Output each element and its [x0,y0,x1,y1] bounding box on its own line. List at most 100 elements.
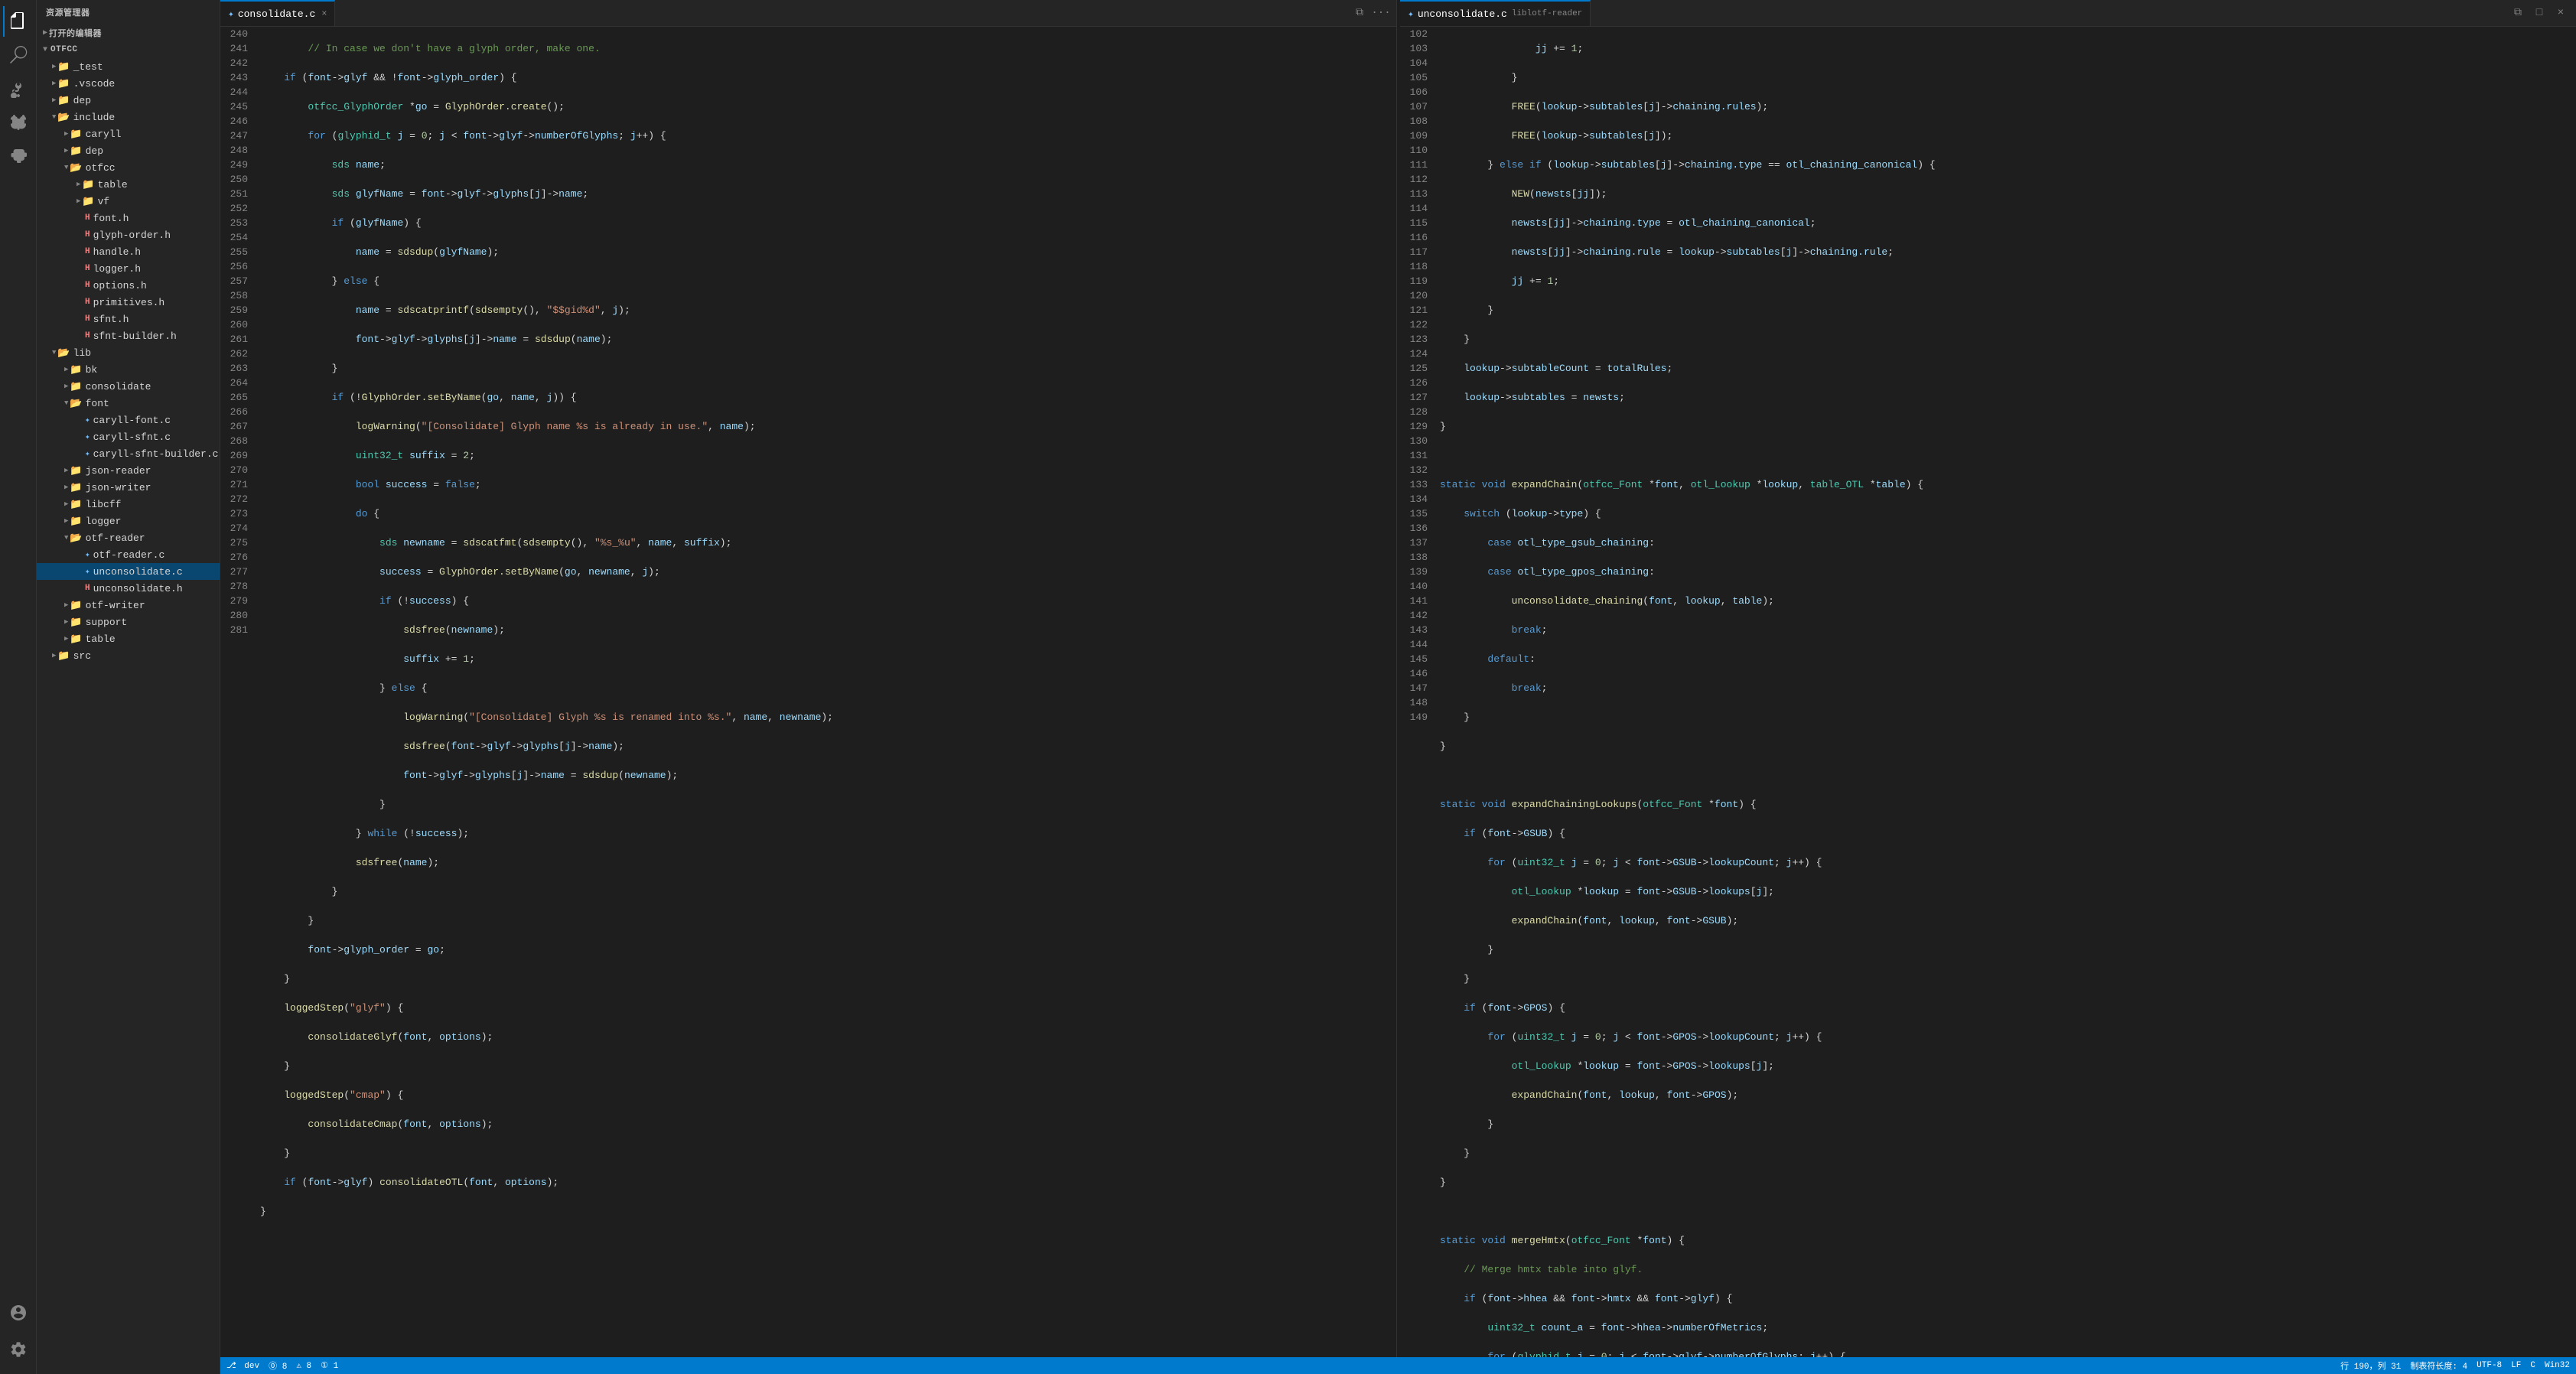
activity-bar-account[interactable] [3,1297,34,1328]
sidebar-item-caryll-sfnt-builder-c[interactable]: ✦ caryll-sfnt-builder.c [37,445,220,462]
sidebar-item-options-h[interactable]: H options.h [37,277,220,294]
activity-bar-settings[interactable] [3,1334,34,1365]
status-language[interactable]: C [2530,1361,2535,1370]
caryll-sfnt-c-label: caryll-sfnt.c [93,431,171,443]
rcode-line-144: // Merge hmtx table into glyf. [1440,1262,2576,1277]
activity-bar-extensions[interactable] [3,141,34,171]
rcode-line-138: expandChain(font, lookup, font->GPOS); [1440,1088,2576,1102]
status-position[interactable]: 行 190，列 31 [2340,1359,2401,1372]
test-label: _test [73,61,103,73]
consolidate-label: consolidate [86,381,151,392]
sidebar-item-font-folder[interactable]: ▼ 📂 font [37,395,220,412]
sidebar-item-sfnt-h[interactable]: H sfnt.h [37,311,220,327]
sidebar-item-support[interactable]: ▶ 📁 support [37,614,220,630]
left-code-editor[interactable]: 240 241 242 243 244 245 246 247 248 249 … [220,27,1396,1357]
sidebar-item-caryll-sfnt-c[interactable]: ✦ caryll-sfnt.c [37,428,220,445]
code-line-258: success = GlyphOrder.setByName(go, newna… [260,565,1396,579]
include-arrow: ▼ [52,113,56,121]
rln-138: 138 [1409,550,1428,565]
sidebar-item-dep-include[interactable]: ▶ 📁 dep [37,142,220,159]
rcode-line-141: } [1440,1175,2576,1190]
status-spaces[interactable]: 制表符长度: 4 [2410,1359,2467,1372]
rln-115: 115 [1409,216,1428,230]
sidebar-item-test[interactable]: ▶ 📁 _test [37,58,220,75]
ln-259: 259 [230,303,248,317]
bk-arrow: ▶ [64,366,68,373]
sidebar-item-caryll-font-c[interactable]: ✦ caryll-font.c [37,412,220,428]
sidebar-item-unconsolidate-h[interactable]: H unconsolidate.h [37,580,220,597]
sidebar-item-vf[interactable]: ▶ 📁 vf [37,193,220,210]
sidebar-item-otf-reader-c[interactable]: ✦ otf-reader.c [37,546,220,563]
right-tab-unconsolidate-c[interactable]: ✦ unconsolidate.c liblotf-reader [1400,0,1591,26]
sidebar-open-editors-section[interactable]: ▶ 打开的编辑器 [37,24,220,41]
handle-h-icon: H [85,247,90,256]
sidebar-item-vscode[interactable]: ▶ 📁 .vscode [37,75,220,92]
sidebar-item-logger-h[interactable]: H logger.h [37,260,220,277]
sidebar-item-handle-h[interactable]: H handle.h [37,243,220,260]
status-errors[interactable]: ⓪ 8 [269,1359,287,1372]
sidebar-item-primitives-h[interactable]: H primitives.h [37,294,220,311]
sidebar-item-table-lib[interactable]: ▶ 📁 table [37,630,220,647]
status-line-ending[interactable]: LF [2511,1361,2521,1370]
code-line-257: sds newname = sdscatfmt(sdsempty(), "%s_… [260,536,1396,550]
left-split-button[interactable]: ⧉ [1350,4,1369,22]
ln-243: 243 [230,70,248,85]
sidebar-item-json-writer[interactable]: ▶ 📁 json-writer [37,479,220,496]
right-code-editor[interactable]: 102 103 104 105 106 107 108 109 110 111 … [1400,27,2576,1357]
sidebar-item-src[interactable]: ▶ 📁 src [37,647,220,664]
code-line-280: } [260,1204,1396,1219]
sidebar-item-libcff[interactable]: ▶ 📁 libcff [37,496,220,513]
sidebar-item-caryll[interactable]: ▶ 📁 caryll [37,125,220,142]
status-os[interactable]: Win32 [2545,1361,2570,1370]
sidebar-item-logger-lib[interactable]: ▶ 📁 logger [37,513,220,529]
status-branch[interactable]: ⎇ dev [226,1360,259,1371]
activity-bar [0,0,37,1374]
status-bar: ⎇ dev ⓪ 8 ⚠ 8 ① 1 行 190，列 31 制表符长度: 4 UT… [220,1357,2576,1374]
sidebar-item-table[interactable]: ▶ 📁 table [37,176,220,193]
rln-129: 129 [1409,419,1428,434]
rcode-line-121: unconsolidate_chaining(font, lookup, tab… [1440,594,2576,608]
ln-274: 274 [230,521,248,536]
sidebar-item-sfnt-builder-h[interactable]: H sfnt-builder.h [37,327,220,344]
sidebar-item-include[interactable]: ▼ 📂 include [37,109,220,125]
sidebar-item-consolidate[interactable]: ▶ 📁 consolidate [37,378,220,395]
sidebar-item-otfcc-folder[interactable]: ▼ 📂 otfcc [37,159,220,176]
dep-include-arrow: ▶ [64,147,68,155]
sidebar-item-glyph-order-h[interactable]: H glyph-order.h [37,226,220,243]
sidebar-item-bk[interactable]: ▶ 📁 bk [37,361,220,378]
rln-122: 122 [1409,317,1428,332]
ln-265: 265 [230,390,248,405]
right-restore-button[interactable]: ⧉ [2509,4,2527,22]
activity-bar-explorer[interactable] [3,6,34,37]
right-editor-tabs: ✦ unconsolidate.c liblotf-reader ⧉ □ × [1400,0,2576,27]
left-line-numbers: 240 241 242 243 244 245 246 247 248 249 … [220,27,254,1357]
glyph-order-h-icon: H [85,230,90,239]
right-toggle-button[interactable]: □ [2530,4,2548,22]
right-close-button[interactable]: × [2552,4,2570,22]
left-tab-close[interactable]: × [321,8,327,19]
activity-bar-debug[interactable] [3,107,34,138]
open-editors-arrow: ▶ [43,28,47,37]
logger-lib-folder-icon: 📁 [70,516,82,527]
rcode-line-116 [1440,448,2576,463]
left-tab-consolidate-c[interactable]: ✦ consolidate.c × [220,0,335,26]
status-warnings[interactable]: ⚠ 8 [296,1360,311,1371]
activity-bar-search[interactable] [3,40,34,70]
logger-lib-label: logger [86,516,122,527]
sidebar-item-unconsolidate-c[interactable]: ✦ unconsolidate.c [37,563,220,580]
status-info[interactable]: ① 1 [321,1360,338,1371]
vf-label: vf [98,196,110,207]
sidebar-item-lib[interactable]: ▼ 📂 lib [37,344,220,361]
sfnt-h-label: sfnt.h [93,314,129,325]
left-more-button[interactable]: ··· [1372,4,1390,22]
sidebar-item-otf-reader[interactable]: ▼ 📂 otf-reader [37,529,220,546]
rcode-line-123: default: [1440,652,2576,666]
sidebar-item-json-reader[interactable]: ▶ 📁 json-reader [37,462,220,479]
status-encoding[interactable]: UTF-8 [2477,1361,2502,1370]
sidebar-item-otf-writer[interactable]: ▶ 📁 otf-writer [37,597,220,614]
activity-bar-git[interactable] [3,73,34,104]
code-line-249: name = sdscatprintf(sdsempty(), "$$gid%d… [260,303,1396,317]
sidebar-item-dep[interactable]: ▶ 📁 dep [37,92,220,109]
sidebar-item-otfcc-root[interactable]: ▼ OTFCC [37,41,220,58]
sidebar-item-font-h[interactable]: H font.h [37,210,220,226]
